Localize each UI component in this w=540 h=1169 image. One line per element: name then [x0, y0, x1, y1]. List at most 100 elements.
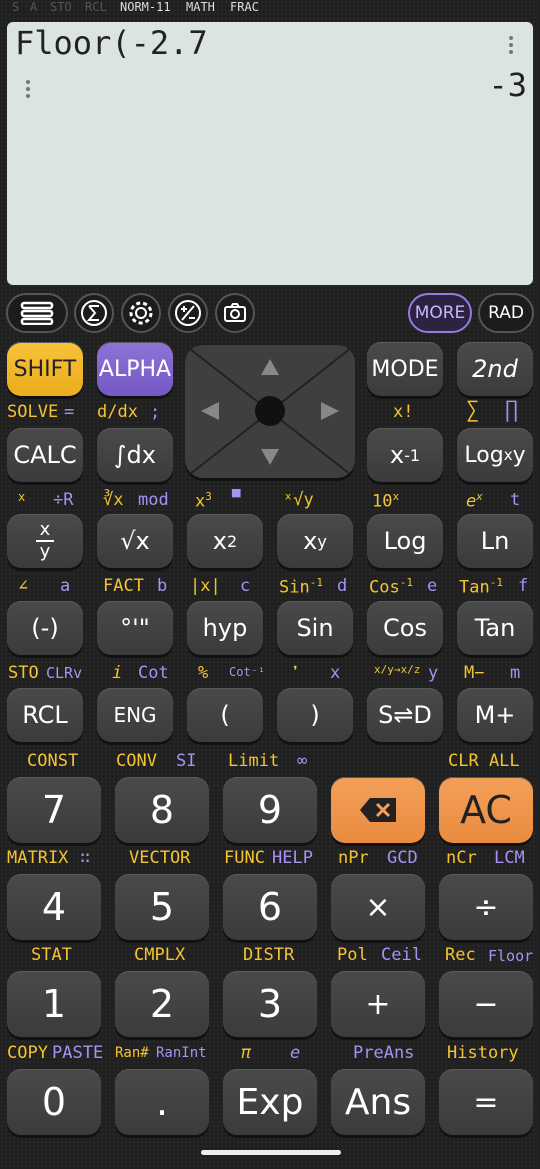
- ten-sup: x: [392, 490, 400, 503]
- exp-key[interactable]: Exp: [223, 1069, 317, 1135]
- vector-label: VECTOR: [129, 848, 191, 868]
- logxy-y: y: [512, 442, 526, 468]
- fraction-key[interactable]: x y: [7, 514, 83, 568]
- solve-label: SOLVE: [7, 402, 59, 422]
- menu-button[interactable]: [6, 293, 68, 333]
- cos-inv-base: Cos: [369, 577, 400, 598]
- digit-2-key[interactable]: 2: [115, 971, 209, 1037]
- d-label: d: [337, 576, 348, 596]
- multiply-key[interactable]: ×: [331, 874, 425, 940]
- sigma-label: ∑: [466, 398, 480, 423]
- ten-x-label: 10x: [372, 490, 399, 512]
- result-menu-icon[interactable]: [26, 80, 30, 101]
- hyp-key[interactable]: hyp: [187, 601, 263, 655]
- sin-key[interactable]: Sin: [277, 601, 353, 655]
- more-button[interactable]: MORE: [408, 293, 472, 333]
- tan-inv-label: Tan-1: [459, 576, 503, 598]
- digit-0-key[interactable]: 0: [7, 1069, 101, 1135]
- mplus-key[interactable]: M+: [457, 688, 533, 742]
- inverse-key[interactable]: x -1: [367, 428, 443, 482]
- cmplx-label: CMPLX: [134, 945, 186, 965]
- history-label: History: [447, 1043, 519, 1063]
- sqrt-key[interactable]: √x: [97, 514, 173, 568]
- pol-label: Pol: [337, 945, 368, 965]
- conv2-label: CONV: [116, 751, 157, 771]
- x3-label: x3: [195, 490, 212, 512]
- logxy-sub: x: [503, 446, 513, 464]
- direction-pad[interactable]: [185, 345, 355, 478]
- digit-6-key[interactable]: 6: [223, 874, 317, 940]
- const-label: CONST: [27, 751, 79, 771]
- negative-key[interactable]: (-): [7, 601, 83, 655]
- calc-key[interactable]: CALC: [7, 428, 83, 482]
- alpha-key[interactable]: ALPHA: [97, 342, 173, 396]
- status-bar: S A STO RCL NORM-11 MATH FRAC: [0, 0, 540, 16]
- angle-mode-button[interactable]: RAD: [478, 293, 534, 333]
- x3-base: x: [195, 491, 206, 512]
- a-label: a: [60, 576, 71, 596]
- comma-label: ❜: [290, 663, 301, 683]
- clr-all-label: CLR ALL: [448, 751, 520, 771]
- ans-key[interactable]: Ans: [331, 1069, 425, 1135]
- rec-label: Rec: [445, 945, 476, 965]
- ln-key[interactable]: Ln: [457, 514, 533, 568]
- delete-key[interactable]: [331, 777, 425, 843]
- divide-key[interactable]: ÷: [439, 874, 533, 940]
- square-key[interactable]: x2: [187, 514, 263, 568]
- status-norm: NORM-11: [120, 0, 171, 14]
- minus-key[interactable]: −: [439, 971, 533, 1037]
- second-key[interactable]: 2nd: [457, 342, 533, 396]
- status-sto: STO: [50, 0, 72, 14]
- percent-button[interactable]: [168, 293, 208, 333]
- log-key[interactable]: Log: [367, 514, 443, 568]
- cos-key[interactable]: Cos: [367, 601, 443, 655]
- eng-key[interactable]: ENG: [97, 688, 173, 742]
- status-rcl: RCL: [85, 0, 107, 14]
- camera-button[interactable]: [215, 293, 255, 333]
- limit-label: Limit: [228, 751, 280, 771]
- digit-1-key[interactable]: 1: [7, 971, 101, 1037]
- calculator-display[interactable]: Floor(-2.7 -3: [7, 22, 533, 285]
- sum-button[interactable]: [74, 293, 114, 333]
- digit-8-key[interactable]: 8: [115, 777, 209, 843]
- fraction-num: x: [39, 519, 51, 540]
- floor-label: Floor: [488, 947, 534, 965]
- power-key[interactable]: xy: [277, 514, 353, 568]
- ac-key[interactable]: AC: [439, 777, 533, 843]
- status-frac: FRAC: [230, 0, 259, 14]
- hamburger-icon: [20, 301, 54, 325]
- digit-5-key[interactable]: 5: [115, 874, 209, 940]
- tan-inv-sup: -1: [489, 576, 503, 589]
- rcl-key[interactable]: RCL: [7, 688, 83, 742]
- settings-button[interactable]: [121, 293, 161, 333]
- equals-label: =: [64, 402, 75, 422]
- mode-key[interactable]: MODE: [367, 342, 443, 396]
- decimal-key[interactable]: .: [115, 1069, 209, 1135]
- root-y-label: ˣ√y: [283, 490, 314, 510]
- camera-icon: [224, 303, 246, 322]
- open-paren-key[interactable]: (: [187, 688, 263, 742]
- digit-9-key[interactable]: 9: [223, 777, 317, 843]
- digit-3-key[interactable]: 3: [223, 971, 317, 1037]
- expression-menu-icon[interactable]: [509, 36, 513, 57]
- digit-7-key[interactable]: 7: [7, 777, 101, 843]
- digit-4-key[interactable]: 4: [7, 874, 101, 940]
- ddx-label: d/dx: [97, 402, 138, 422]
- logxy-key[interactable]: Log x y: [457, 428, 533, 482]
- b-label: b: [157, 576, 168, 596]
- plus-minus-icon: [175, 300, 201, 326]
- degree-key[interactable]: °'": [97, 601, 173, 655]
- ncr-label: nCr: [446, 848, 477, 868]
- ranint-label: RanInt: [156, 1045, 207, 1061]
- integral-key[interactable]: ∫dx: [97, 428, 173, 482]
- status-a: A: [30, 0, 38, 14]
- sin-inv-base: Sin: [279, 577, 310, 598]
- home-indicator[interactable]: [201, 1150, 341, 1155]
- equals-key[interactable]: =: [439, 1069, 533, 1135]
- close-paren-key[interactable]: ): [277, 688, 353, 742]
- shift-key[interactable]: SHIFT: [7, 342, 83, 396]
- plus-key[interactable]: +: [331, 971, 425, 1037]
- sd-key[interactable]: S⇌D: [367, 688, 443, 742]
- backspace-icon: [360, 798, 396, 822]
- tan-key[interactable]: Tan: [457, 601, 533, 655]
